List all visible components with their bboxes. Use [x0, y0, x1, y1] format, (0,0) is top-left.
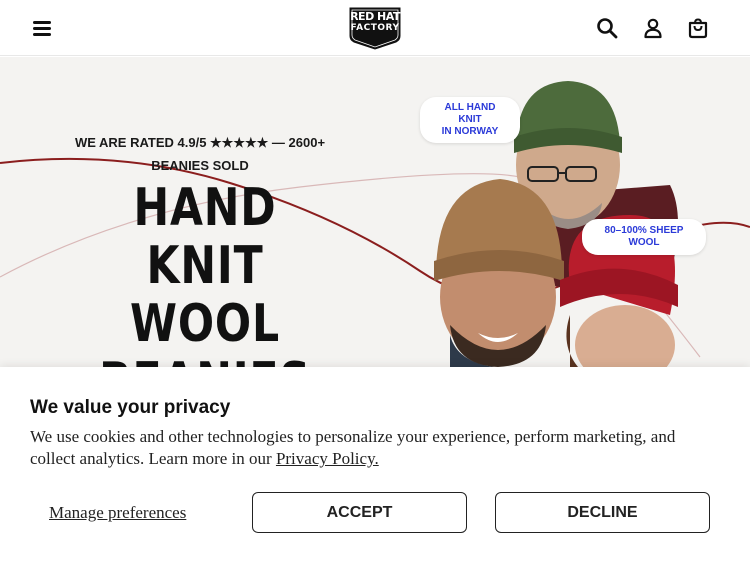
page: RED HAT FACTORY WE ARE RATED 4.9/5 ★★★★★… [0, 0, 750, 563]
rating-line1: WE ARE RATED 4.9/5 ★★★★★ — 2600+ [74, 135, 326, 150]
cookie-consent-banner: We value your privacy We use cookies and… [0, 367, 750, 563]
headline-line3: BEANIES [86, 353, 324, 367]
hero-headline: HAND KNIT WOOL BEANIES [86, 179, 324, 367]
manage-preferences-link[interactable]: Manage preferences [49, 503, 186, 523]
accept-button[interactable]: ACCEPT [252, 492, 467, 533]
hero-section: WE ARE RATED 4.9/5 ★★★★★ — 2600+ BEANIES… [0, 57, 750, 367]
headline-line1: HAND KNIT [133, 178, 277, 296]
rating-text: WE ARE RATED 4.9/5 ★★★★★ — 2600+ BEANIES… [50, 131, 350, 177]
decline-button[interactable]: DECLINE [495, 492, 710, 533]
privacy-policy-link[interactable]: Privacy Policy. [276, 449, 379, 468]
badge-sheep-wool: 80–100% SHEEP WOOL [582, 219, 706, 255]
search-icon[interactable] [595, 16, 619, 40]
site-header: RED HAT FACTORY [0, 0, 750, 56]
cookie-description: We use cookies and other technologies to… [30, 426, 710, 470]
logo-text: RED HAT FACTORY [348, 11, 402, 33]
badge-norway-line1: ALL HAND KNIT [444, 102, 496, 125]
cookie-title: We value your privacy [30, 397, 231, 418]
user-icon[interactable] [641, 16, 665, 40]
rating-line2: BEANIES SOLD [151, 158, 249, 173]
logo-line2: FACTORY [350, 23, 400, 33]
headline-line2: WOOL [130, 294, 280, 354]
hamburger-menu-icon[interactable] [30, 17, 56, 39]
logo-line1: RED HAT [350, 10, 400, 23]
cart-bag-icon[interactable] [686, 16, 710, 40]
badge-norway-line2: IN NORWAY [441, 126, 499, 137]
badge-hand-knit-norway: ALL HAND KNIT IN NORWAY [420, 97, 520, 143]
